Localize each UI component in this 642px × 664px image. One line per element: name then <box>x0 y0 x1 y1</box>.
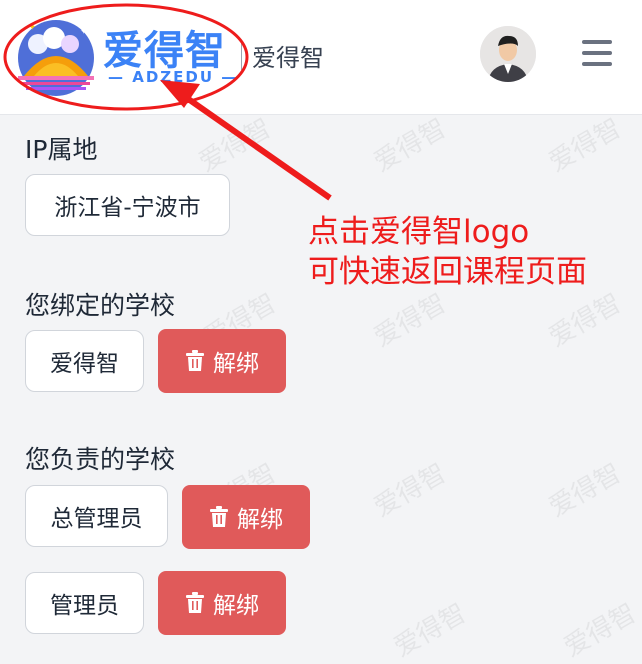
ip-location-value: 浙江省-宁波市 <box>25 174 230 236</box>
user-avatar[interactable] <box>480 26 536 82</box>
responsible-school-title: 您负责的学校 <box>25 445 176 474</box>
unbind-school-button[interactable]: 解绑 <box>158 329 286 393</box>
logo-emblem-icon: ✦ ✦ <box>18 20 94 96</box>
svg-text:✦: ✦ <box>28 22 36 33</box>
hamburger-menu-icon[interactable] <box>582 40 612 68</box>
annotation-line-2: 可快速返回课程页面 <box>308 254 587 290</box>
watermark: 爱得智 <box>193 113 277 179</box>
logo-link[interactable]: ✦ ✦ 爱得智 — ADZEDU — <box>8 14 238 104</box>
bound-school-name: 爱得智 <box>25 330 144 392</box>
ip-title: IP属地 <box>25 135 98 164</box>
watermark: 爱得智 <box>388 598 472 664</box>
trash-icon <box>186 350 204 371</box>
avatar-photo-icon <box>480 26 536 82</box>
top-header: ✦ ✦ 爱得智 — ADZEDU — 爱得智 <box>0 0 642 115</box>
watermark: 爱得智 <box>558 598 642 664</box>
bound-school-title: 您绑定的学校 <box>25 291 176 320</box>
annotation-text: 点击爱得智logo 可快速返回课程页面 <box>308 212 587 292</box>
role-chip-admin: 管理员 <box>25 572 144 634</box>
watermark: 爱得智 <box>543 288 627 354</box>
role-chip-super-admin: 总管理员 <box>25 485 168 547</box>
unbind-label: 解绑 <box>213 351 259 377</box>
unbind-label: 解绑 <box>213 593 259 619</box>
annotation-line-1: 点击爱得智logo <box>308 214 530 250</box>
watermark: 爱得智 <box>368 458 452 524</box>
divider <box>241 40 242 70</box>
trash-icon <box>186 592 204 613</box>
unbind-label: 解绑 <box>237 507 283 533</box>
watermark: 爱得智 <box>543 113 627 179</box>
trash-icon <box>210 506 228 527</box>
watermark: 爱得智 <box>368 113 452 179</box>
unbind-super-admin-button[interactable]: 解绑 <box>182 485 310 549</box>
watermark: 爱得智 <box>543 458 627 524</box>
unbind-admin-button[interactable]: 解绑 <box>158 571 286 635</box>
brand-name: 爱得智 <box>252 44 324 72</box>
svg-text:✦: ✦ <box>80 27 88 37</box>
logo-subtext: — ADZEDU — <box>108 68 239 86</box>
watermark: 爱得智 <box>368 288 452 354</box>
